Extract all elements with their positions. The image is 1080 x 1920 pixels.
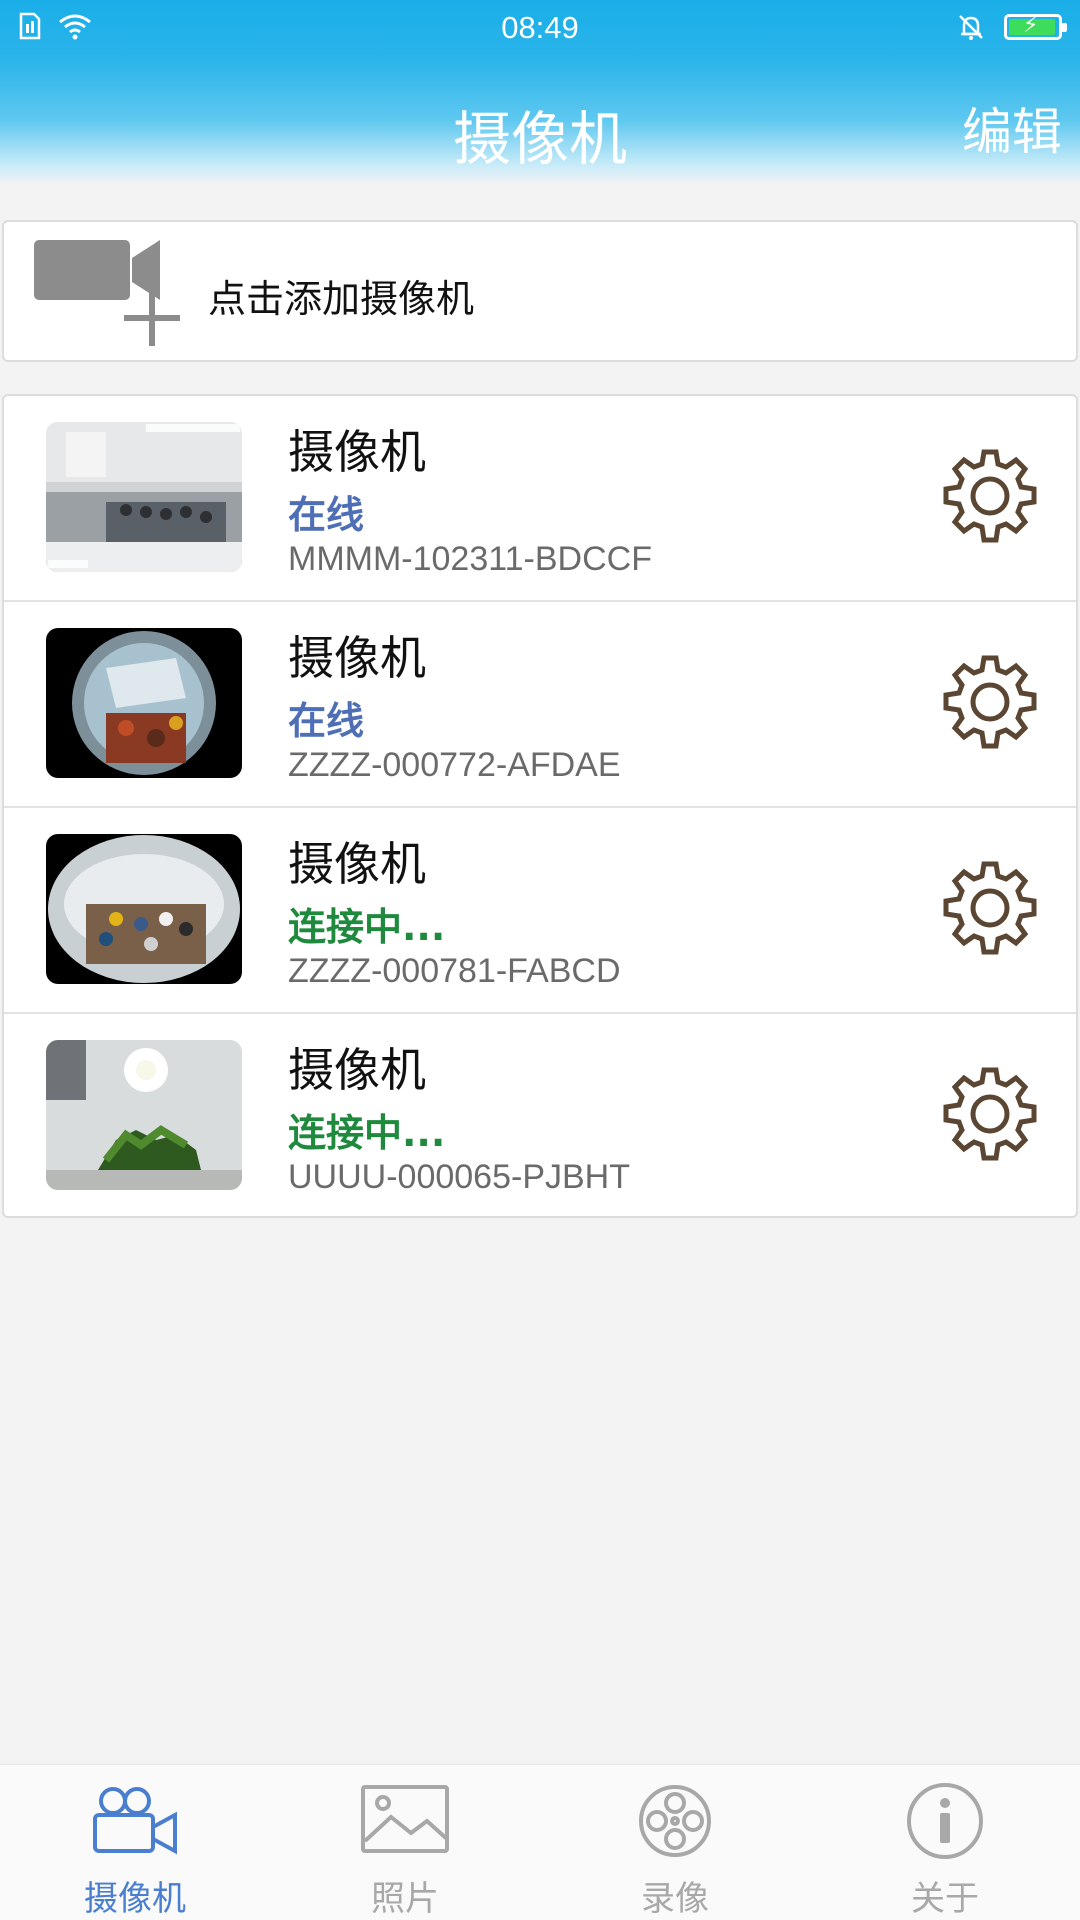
add-camera-label: 点击添加摄像机 (208, 277, 475, 321)
tab-recordings[interactable]: 录像 (540, 1765, 810, 1920)
bottom-tab-bar: 摄像机 照片 录像 关于 (0, 1764, 1080, 1920)
camera-row[interactable]: 摄像机 在线 ZZZZ-000772-AFDAE (4, 602, 1076, 808)
tab-label: 照片 (371, 1879, 439, 1919)
camera-name: 摄像机 (288, 425, 426, 479)
camera-status: 在线 (288, 699, 365, 743)
camera-icon (93, 1787, 177, 1855)
camera-status: 在线 (288, 493, 365, 537)
tab-label: 录像 (641, 1879, 709, 1919)
camera-id: ZZZZ-000772-AFDAE (288, 746, 621, 784)
camera-id: UUUU-000065-PJBHT (288, 1158, 630, 1196)
camera-row[interactable]: 摄像机 连接中... UUUU-000065-PJBHT (4, 1014, 1076, 1216)
settings-gear-icon[interactable] (940, 1064, 1040, 1164)
status-time: 08:49 (501, 10, 579, 45)
battery-icon: ⚡ (1004, 13, 1067, 40)
add-camera-button[interactable]: 点击添加摄像机 (2, 220, 1078, 362)
add-camera-icon (34, 240, 180, 346)
camera-name: 摄像机 (288, 631, 426, 685)
camera-id: ZZZZ-000781-FABCD (288, 952, 621, 990)
tab-about[interactable]: 关于 (810, 1765, 1080, 1920)
status-right-icons: ⚡ (956, 12, 1067, 42)
camera-thumbnail[interactable] (46, 628, 242, 778)
film-reel-icon (639, 1785, 711, 1857)
tab-label: 摄像机 (84, 1879, 186, 1919)
settings-gear-icon[interactable] (940, 446, 1040, 546)
settings-gear-icon[interactable] (940, 652, 1040, 752)
settings-gear-icon[interactable] (940, 858, 1040, 958)
app-header: 08:49 ⚡ 摄像机 编辑 (0, 0, 1080, 185)
photo-icon (361, 1785, 449, 1853)
camera-thumbnail[interactable] (46, 834, 242, 984)
status-bar: 08:49 ⚡ (0, 0, 1080, 58)
camera-row[interactable]: 摄像机 连接中... ZZZZ-000781-FABCD (4, 808, 1076, 1014)
info-icon (907, 1783, 983, 1859)
tab-camera[interactable]: 摄像机 (0, 1765, 270, 1920)
camera-thumbnail[interactable] (46, 1040, 242, 1190)
camera-name: 摄像机 (288, 1043, 426, 1097)
camera-status: 连接中... (288, 905, 446, 949)
camera-name: 摄像机 (288, 837, 426, 891)
camera-thumbnail[interactable] (46, 422, 242, 572)
camera-list: 摄像机 在线 MMMM-102311-BDCCF 摄像机 在线 ZZZZ-000… (2, 394, 1078, 1218)
bell-muted-icon (959, 15, 983, 40)
edit-button[interactable]: 编辑 (962, 92, 1062, 164)
camera-id: MMMM-102311-BDCCF (288, 540, 652, 578)
tab-photos[interactable]: 照片 (270, 1765, 540, 1920)
camera-status: 连接中... (288, 1111, 446, 1155)
camera-row[interactable]: 摄像机 在线 MMMM-102311-BDCCF (4, 396, 1076, 602)
tab-label: 关于 (911, 1879, 979, 1919)
page-title: 摄像机 (452, 105, 627, 173)
